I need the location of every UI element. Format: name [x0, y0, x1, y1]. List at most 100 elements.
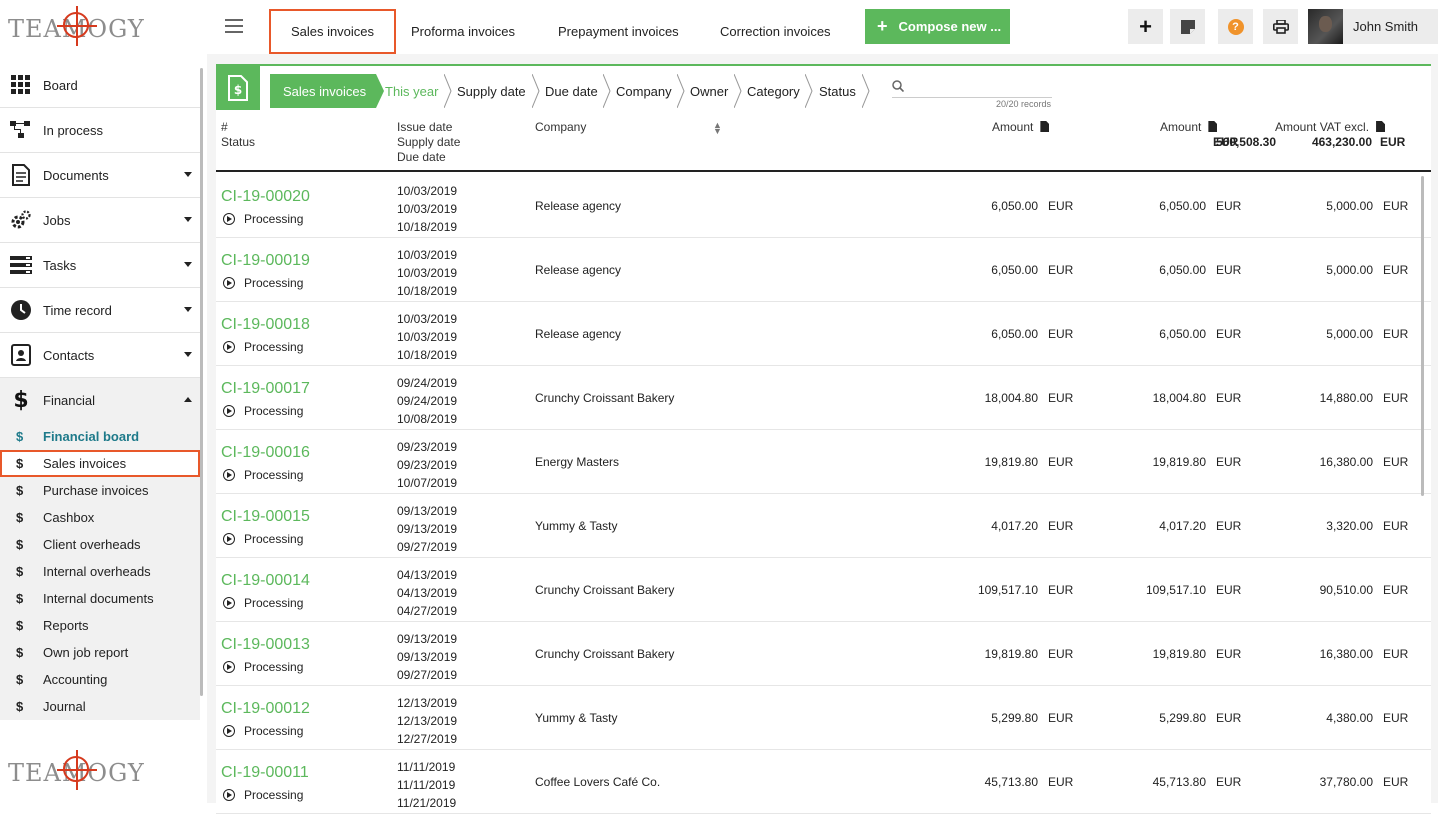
- tab-proforma-invoices[interactable]: Proforma invoices: [393, 9, 533, 54]
- invoice-number-link[interactable]: CI-19-00019: [221, 252, 310, 270]
- tab-sales-invoices[interactable]: Sales invoices: [269, 9, 396, 54]
- app-logo-bottom[interactable]: TEAMOGY: [8, 750, 144, 796]
- crumb-arrow: [677, 74, 685, 108]
- table-row[interactable]: CI-19-00011 Processing 11/11/2019 11/11/201…: [216, 750, 1431, 814]
- app-logo[interactable]: TEAMOGY: [8, 6, 144, 52]
- invoice-number-link[interactable]: CI-19-00016: [221, 444, 310, 462]
- invoice-number-link[interactable]: CI-19-00017: [221, 380, 310, 398]
- table-scrollbar[interactable]: [1421, 176, 1424, 496]
- export-file-icon[interactable]: [1208, 121, 1218, 132]
- header-dates[interactable]: Issue date Supply date Due date: [397, 120, 460, 165]
- invoice-number-link[interactable]: CI-19-00020: [221, 188, 310, 206]
- chevron-down-icon[interactable]: [184, 217, 192, 222]
- compose-new-button[interactable]: + Compose new ...: [865, 9, 1010, 44]
- menu-icon[interactable]: [225, 19, 243, 33]
- sidebar-item-contacts[interactable]: Contacts: [0, 333, 200, 378]
- export-file-icon[interactable]: [1376, 121, 1386, 132]
- chevron-down-icon[interactable]: [184, 352, 192, 357]
- invoice-number-link[interactable]: CI-19-00012: [221, 700, 310, 718]
- sidebar-item-in-process[interactable]: In process: [0, 108, 200, 153]
- print-button[interactable]: [1263, 9, 1298, 44]
- sidebar-item-cashbox[interactable]: $ Cashbox: [0, 504, 200, 531]
- sort-icon[interactable]: ▲ ▼: [713, 121, 722, 136]
- crumb-category[interactable]: Category: [747, 74, 800, 108]
- status-cell[interactable]: Processing: [223, 532, 303, 546]
- sidebar-item-tasks[interactable]: Tasks: [0, 243, 200, 288]
- sidebar-item-time-record[interactable]: Time record: [0, 288, 200, 333]
- sidebar-item-journal[interactable]: $ Journal: [0, 693, 200, 720]
- sidebar-item-client-overheads[interactable]: $ Client overheads: [0, 531, 200, 558]
- status-cell[interactable]: Processing: [223, 660, 303, 674]
- sidebar-item-own-job-report[interactable]: $ Own job report: [0, 639, 200, 666]
- status-cell[interactable]: Processing: [223, 468, 303, 482]
- vat-cell: 4,380.00: [1326, 711, 1373, 725]
- status-cell[interactable]: Processing: [223, 724, 303, 738]
- crumb-arrow: [734, 74, 742, 108]
- sidebar-item-financial[interactable]: $ Financial: [0, 378, 200, 423]
- crumb-sales-invoices[interactable]: Sales invoices: [270, 74, 376, 108]
- user-name: John Smith: [1353, 19, 1419, 34]
- sidebar-item-sales-invoices[interactable]: $ Sales invoices: [0, 450, 200, 477]
- sidebar-item-board[interactable]: Board: [0, 63, 200, 108]
- header-company[interactable]: Company: [535, 120, 586, 135]
- status-cell[interactable]: Processing: [223, 788, 303, 802]
- tab-correction-invoices[interactable]: Correction invoices: [702, 9, 849, 54]
- table-row[interactable]: CI-19-00020 Processing 10/03/2019 10/03/201…: [216, 174, 1431, 238]
- table-row[interactable]: CI-19-00019 Processing 10/03/2019 10/03/201…: [216, 238, 1431, 302]
- header-vat[interactable]: Amount VAT excl.: [1275, 120, 1386, 135]
- table-row[interactable]: CI-19-00017 Processing 09/24/2019 09/24/201…: [216, 366, 1431, 430]
- header-amount[interactable]: Amount: [992, 120, 1050, 135]
- export-file-icon[interactable]: [1040, 121, 1050, 132]
- status-cell[interactable]: Processing: [223, 596, 303, 610]
- company-cell: Energy Masters: [535, 455, 620, 469]
- sidebar-item-documents[interactable]: Documents: [0, 153, 200, 198]
- status-cell[interactable]: Processing: [223, 212, 303, 226]
- due-date: 09/27/2019: [397, 668, 458, 682]
- add-button[interactable]: +: [1128, 9, 1163, 44]
- invoice-number-link[interactable]: CI-19-00018: [221, 316, 310, 334]
- status-cell[interactable]: Processing: [223, 404, 303, 418]
- table-row[interactable]: CI-19-00016 Processing 09/23/2019 09/23/201…: [216, 430, 1431, 494]
- tab-prepayment-invoices[interactable]: Prepayment invoices: [540, 9, 697, 54]
- crumb-due-date[interactable]: Due date: [545, 74, 598, 108]
- sidebar-item-accounting[interactable]: $ Accounting: [0, 666, 200, 693]
- status-cell[interactable]: Processing: [223, 276, 303, 290]
- sidebar-item-label: Board: [43, 77, 78, 93]
- chevron-up-icon[interactable]: [184, 397, 192, 402]
- sidebar-item-reports[interactable]: $ Reports: [0, 612, 200, 639]
- sidebar-item-financial-board[interactable]: $ Financial board: [0, 423, 200, 450]
- header-amount-total[interactable]: Amount: [1160, 120, 1218, 135]
- invoice-number-link[interactable]: CI-19-00015: [221, 508, 310, 526]
- table-row[interactable]: CI-19-00012 Processing 12/13/2019 12/13/201…: [216, 686, 1431, 750]
- chevron-down-icon[interactable]: [184, 307, 192, 312]
- dates-cell: 09/13/2019 09/13/2019 09/27/2019: [397, 630, 457, 684]
- table-row[interactable]: CI-19-00018 Processing 10/03/2019 10/03/201…: [216, 302, 1431, 366]
- chevron-down-icon[interactable]: [184, 262, 192, 267]
- sidebar-item-purchase-invoices[interactable]: $ Purchase invoices: [0, 477, 200, 504]
- crumb-status[interactable]: Status: [819, 74, 856, 108]
- sidebar-scrollbar[interactable]: [200, 68, 203, 696]
- table-row[interactable]: CI-19-00015 Processing 09/13/2019 09/13/201…: [216, 494, 1431, 558]
- table-row[interactable]: CI-19-00014 Processing 04/13/2019 04/13/201…: [216, 558, 1431, 622]
- due-date: 10/18/2019: [397, 284, 458, 298]
- chevron-down-icon[interactable]: [184, 172, 192, 177]
- table-row[interactable]: CI-19-00013 Processing 09/13/2019 09/13/201…: [216, 622, 1431, 686]
- sidebar-item-internal-overheads[interactable]: $ Internal overheads: [0, 558, 200, 585]
- play-circle-icon: [223, 725, 235, 737]
- invoice-number-link[interactable]: CI-19-00011: [221, 764, 309, 782]
- crumb-supply-date[interactable]: Supply date: [457, 74, 526, 108]
- invoice-number-link[interactable]: CI-19-00013: [221, 636, 310, 654]
- vat-cell: 3,320.00: [1326, 519, 1373, 533]
- crumb-owner[interactable]: Owner: [690, 74, 728, 108]
- sidebar-item-jobs[interactable]: Jobs: [0, 198, 200, 243]
- search-input[interactable]: [892, 78, 1052, 98]
- header-id[interactable]: # Status: [221, 120, 255, 150]
- help-button[interactable]: ?: [1218, 9, 1253, 44]
- note-button[interactable]: [1170, 9, 1205, 44]
- sidebar-item-internal-documents[interactable]: $ Internal documents: [0, 585, 200, 612]
- invoice-number-link[interactable]: CI-19-00014: [221, 572, 310, 590]
- crumb-this-year[interactable]: This year: [385, 74, 438, 108]
- crumb-company[interactable]: Company: [616, 74, 672, 108]
- user-menu[interactable]: John Smith: [1308, 9, 1438, 44]
- status-cell[interactable]: Processing: [223, 340, 303, 354]
